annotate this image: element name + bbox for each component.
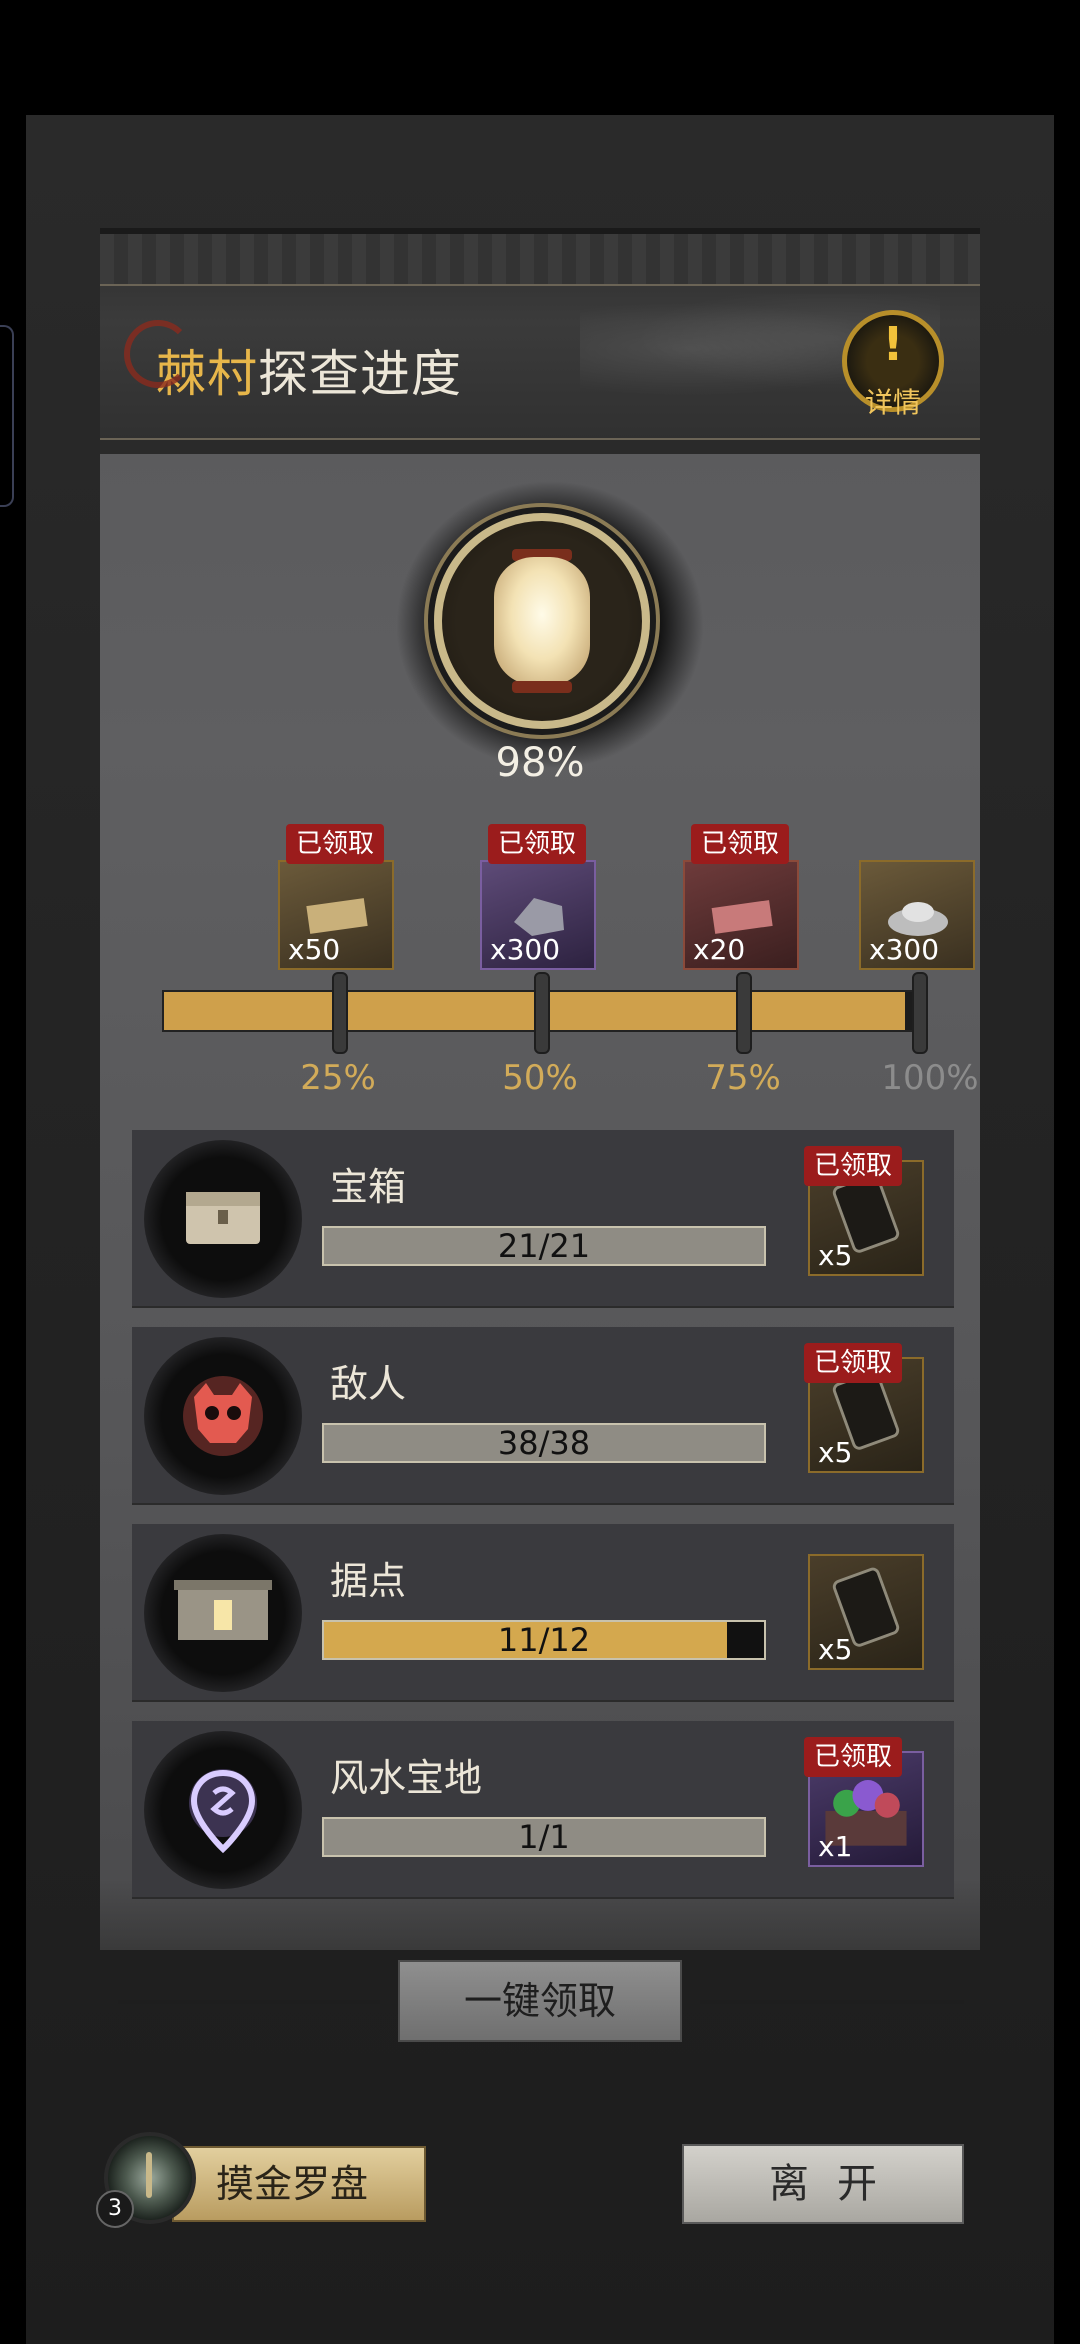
progress-marker-75 (736, 972, 752, 1054)
claimed-badge: 已领取 (691, 824, 790, 864)
fengshui-location-icon (144, 1731, 302, 1889)
reward-slot: x20 (683, 860, 799, 970)
task-row-treasure: 宝箱 21/21 已领取 x5 (132, 1130, 954, 1308)
header-ornament-band (100, 234, 980, 286)
milestone-reward-25[interactable]: x50 已领取 (278, 824, 394, 970)
divider-right (700, 2000, 964, 2004)
header-bottom-band (100, 438, 980, 454)
task-reward-slot[interactable]: 已领取 x1 (804, 1737, 924, 1867)
reward-slot: x300 (480, 860, 596, 970)
compass-count-badge: 3 (96, 2190, 134, 2228)
reward-qty: x300 (490, 933, 561, 966)
lantern-icon (434, 513, 650, 729)
leave-button[interactable]: 离开 (682, 2144, 964, 2224)
reward-qty: x300 (869, 933, 940, 966)
reward-slot: x300 (859, 860, 975, 970)
reward-qty: x5 (818, 1239, 853, 1272)
task-reward-slot[interactable]: x5 (808, 1554, 924, 1670)
compass-needle (146, 2152, 152, 2198)
demon-skull-icon (144, 1337, 302, 1495)
task-progress-text: 38/38 (497, 1424, 591, 1462)
task-name: 风水宝地 (330, 1756, 483, 1800)
task-progress-bar: 21/21 (322, 1226, 766, 1266)
milestone-label-25: 25% (300, 1058, 376, 1098)
stronghold-icon (144, 1534, 302, 1692)
task-name: 宝箱 (330, 1165, 407, 1209)
task-row-stronghold: 据点 11/12 x5 (132, 1524, 954, 1702)
task-progress-text: 1/1 (518, 1818, 570, 1856)
treasure-chest-icon (144, 1140, 302, 1298)
milestone-reward-75[interactable]: x20 已领取 (683, 824, 799, 970)
task-name: 敌人 (330, 1362, 407, 1406)
reward-qty: x1 (818, 1830, 853, 1863)
progress-marker-50 (534, 972, 550, 1054)
claim-all-button[interactable]: 一键领取 (398, 1960, 682, 2042)
compass-button[interactable]: 摸金罗盘 (172, 2146, 426, 2222)
task-row-enemies: 敌人 38/38 已领取 x5 (132, 1327, 954, 1505)
milestone-label-100: 100% (881, 1058, 979, 1098)
title-text: 探查进度 (258, 345, 462, 403)
claimed-badge: 已领取 (286, 824, 385, 864)
details-button[interactable]: ! 详情 (842, 310, 944, 419)
task-progress-bar: 11/12 (322, 1620, 766, 1660)
task-progress-text: 21/21 (497, 1227, 591, 1265)
claimed-badge: 已领取 (804, 1146, 903, 1186)
page-title: 棘村探查进度 (124, 320, 462, 406)
milestone-reward-50[interactable]: x300 已领取 (480, 824, 596, 970)
swirl-icon (124, 320, 192, 388)
progress-marker-25 (332, 972, 348, 1054)
task-progress-bar: 38/38 (322, 1423, 766, 1463)
exclamation-icon: ! (882, 317, 904, 371)
reward-slot: x50 (278, 860, 394, 970)
divider-left (118, 2000, 380, 2004)
lantern-cap-bottom (512, 681, 572, 693)
progress-marker-100 (912, 972, 928, 1054)
reward-qty: x20 (693, 933, 746, 966)
details-label: 详情 (864, 386, 921, 419)
task-progress-text: 11/12 (497, 1621, 591, 1659)
reward-qty: x5 (818, 1633, 853, 1666)
task-progress-bar: 1/1 (322, 1817, 766, 1857)
reward-qty: x50 (288, 933, 341, 966)
side-edge-tab[interactable] (0, 325, 14, 507)
panel-header: 棘村探查进度 ! 详情 (100, 228, 980, 454)
claimed-badge: 已领取 (804, 1343, 903, 1383)
claimed-badge: 已领取 (804, 1737, 903, 1777)
milestone-label-50: 50% (502, 1058, 578, 1098)
milestone-reward-100[interactable]: x300 (859, 838, 975, 970)
task-reward-slot[interactable]: 已领取 x5 (804, 1146, 924, 1276)
task-reward-slot[interactable]: 已领取 x5 (804, 1343, 924, 1473)
claimed-badge: 已领取 (488, 824, 587, 864)
lantern-body (494, 557, 590, 685)
reward-qty: x5 (818, 1436, 853, 1469)
milestone-label-75: 75% (705, 1058, 781, 1098)
task-name: 据点 (330, 1559, 407, 1603)
overall-percent: 98% (495, 740, 585, 786)
task-row-fengshui: 风水宝地 1/1 已领取 x1 (132, 1721, 954, 1899)
